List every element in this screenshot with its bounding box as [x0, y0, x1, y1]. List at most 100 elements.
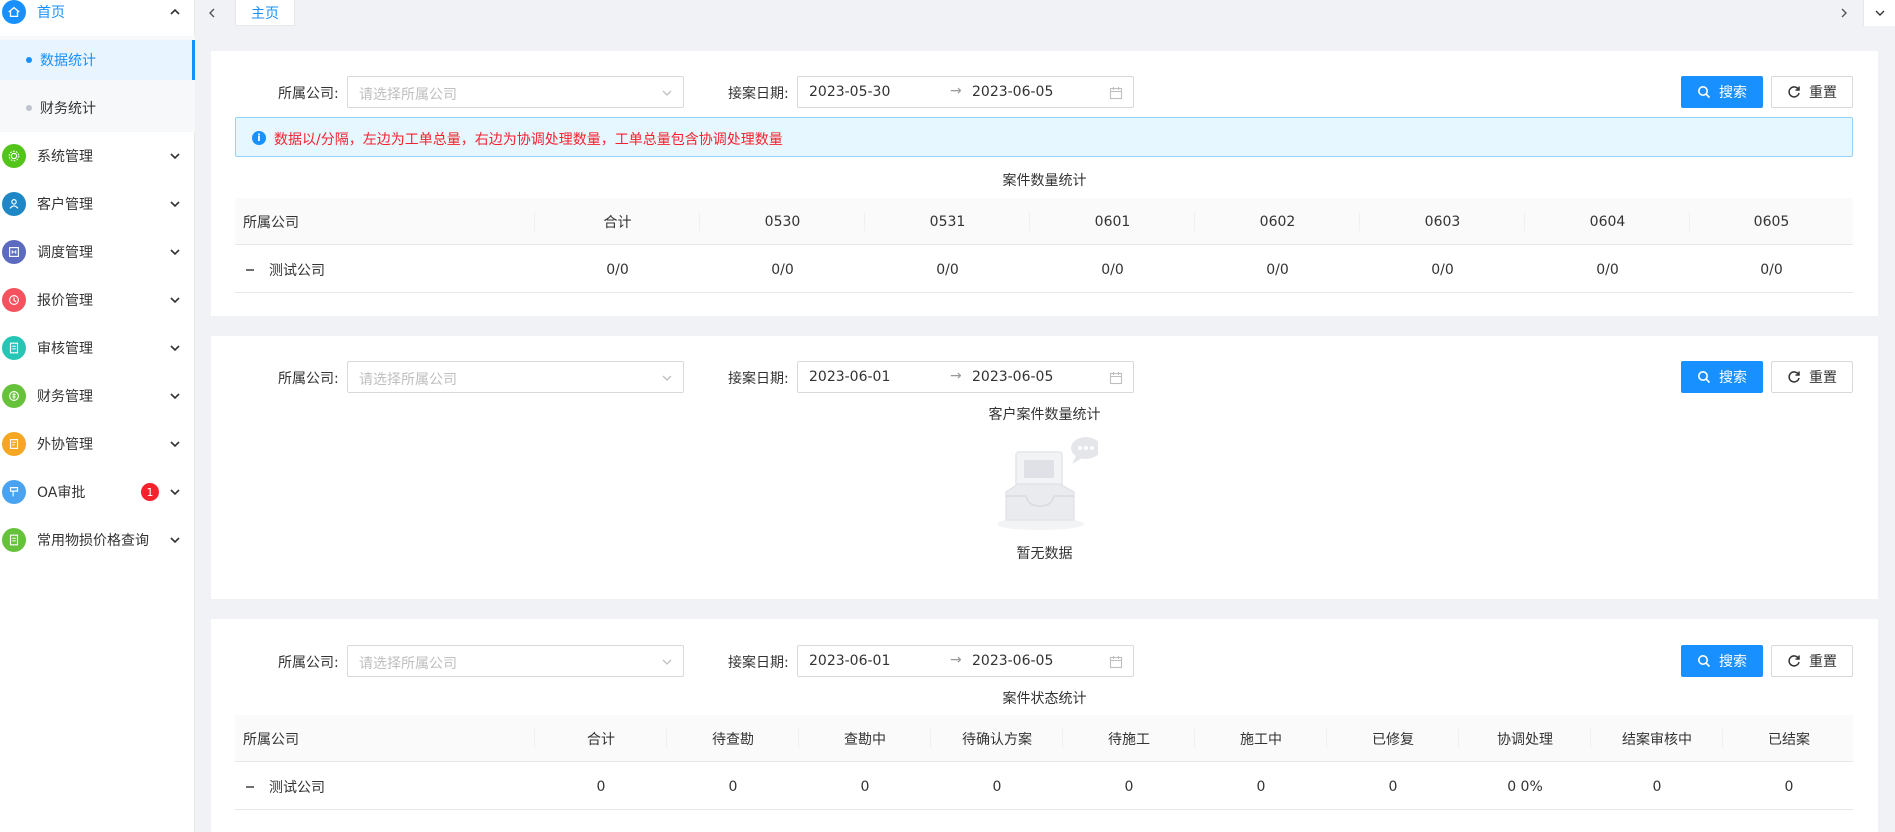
date-start-input[interactable]: 2023-06-01 — [809, 653, 890, 669]
table-cell: 0/0 — [1360, 246, 1525, 293]
company-select[interactable]: 请选择所属公司 — [347, 76, 684, 108]
sidebar-item-audit[interactable]: 审核管理 — [0, 324, 195, 372]
chevron-down-icon — [169, 486, 181, 498]
cell-value: 0 — [860, 778, 870, 795]
cell-value: 0 — [728, 778, 738, 795]
company-select[interactable]: 请选择所属公司 — [347, 645, 684, 677]
date-start-input[interactable]: 2023-06-01 — [809, 369, 890, 385]
column-header: 0604 — [1525, 198, 1690, 245]
cell-value: 0/0 — [1101, 261, 1124, 278]
column-header-label: 所属公司 — [243, 731, 299, 748]
search-button[interactable]: 搜索 — [1681, 645, 1763, 677]
column-header: 0603 — [1360, 198, 1525, 245]
collapse-row-icon[interactable] — [243, 780, 257, 794]
info-alert-text: 数据以/分隔，左边为工单总量，右边为协调处理数量，工单总量包含协调处理数量 — [274, 132, 783, 148]
column-header-label: 0605 — [1753, 213, 1790, 230]
date-range-picker[interactable]: 2023-05-30 → 2023-06-05 — [797, 76, 1134, 108]
table-cell: 0 — [1195, 763, 1327, 810]
company-filter-label: 所属公司: — [278, 371, 339, 387]
sidebar-item-label: 系统管理 — [37, 149, 93, 165]
column-header: 合计 — [535, 198, 700, 245]
column-header-label: 施工中 — [1240, 731, 1282, 748]
sidebar-item-finance[interactable]: 财务管理 — [0, 372, 195, 420]
column-header: 已结案 — [1723, 715, 1855, 762]
cell-value: 0/0 — [1431, 261, 1454, 278]
company-select-placeholder: 请选择所属公司 — [359, 656, 457, 672]
column-header: 合计 — [535, 715, 667, 762]
sidebar-item-dispatch[interactable]: 调度管理 — [0, 228, 195, 276]
tab-home[interactable]: 主页 — [235, 0, 295, 26]
search-button-label: 搜索 — [1719, 85, 1747, 101]
sidebar-subitem-data-stats[interactable]: 数据统计 — [0, 40, 195, 80]
column-header: 结案审核中 — [1591, 715, 1723, 762]
cell-value: 0/0 — [1596, 261, 1619, 278]
cell-value: 0/0 — [936, 261, 959, 278]
sidebar-subitem-finance-stats[interactable]: 财务统计 — [0, 88, 195, 128]
column-header: 所属公司 — [235, 715, 535, 762]
date-end-input[interactable]: 2023-06-05 — [972, 84, 1053, 100]
company-select[interactable]: 请选择所属公司 — [347, 361, 684, 393]
settings-icon — [2, 144, 26, 168]
chevron-up-icon — [169, 6, 181, 18]
cell-value: 0/0 — [606, 261, 629, 278]
reset-button[interactable]: 重置 — [1771, 361, 1853, 393]
date-start-input[interactable]: 2023-05-30 — [809, 84, 890, 100]
sidebar-item-label: 客户管理 — [37, 197, 93, 213]
cell-value: 测试公司 — [269, 779, 325, 796]
table-cell: 0 — [1063, 763, 1195, 810]
company-select-placeholder: 请选择所属公司 — [359, 372, 457, 388]
column-header: 查勘中 — [799, 715, 931, 762]
sidebar-submenu: 数据统计 财务统计 — [0, 36, 195, 132]
table-cell: 0 — [931, 763, 1063, 810]
date-end-input[interactable]: 2023-06-05 — [972, 653, 1053, 669]
sidebar-item-label: 财务管理 — [37, 389, 93, 405]
search-button[interactable]: 搜索 — [1681, 361, 1763, 393]
case-count-table: 所属公司 合计 0530 0531 0601 0602 0603 0604 0605 测试公司 0/… — [235, 198, 1853, 293]
chevron-down-icon — [662, 375, 672, 381]
chevron-down-icon — [169, 198, 181, 210]
reset-button[interactable]: 重置 — [1771, 76, 1853, 108]
date-range-picker[interactable]: 2023-06-01 → 2023-06-05 — [797, 645, 1134, 677]
reset-icon — [1788, 371, 1800, 383]
table-title: 客户案件数量统计 — [988, 407, 1101, 423]
sidebar-item-price-query[interactable]: 常用物损价格查询 — [0, 516, 195, 564]
tab-scroll-right-icon[interactable] — [1832, 0, 1856, 26]
column-header-label: 待施工 — [1108, 731, 1150, 748]
calendar-icon — [1109, 656, 1123, 669]
table-cell: 0/0 — [1525, 246, 1690, 293]
sidebar-item-home[interactable]: 首页 — [0, 0, 195, 36]
date-filter-label: 接案日期: — [728, 655, 789, 671]
tab-dropdown-icon[interactable] — [1863, 0, 1895, 26]
cell-value: 0 — [1388, 778, 1398, 795]
table-cell: 0 — [1327, 763, 1459, 810]
date-end-input[interactable]: 2023-06-05 — [972, 369, 1053, 385]
column-header: 已修复 — [1327, 715, 1459, 762]
empty-state-text: 暂无数据 — [1016, 546, 1073, 562]
search-button[interactable]: 搜索 — [1681, 76, 1763, 108]
tab-bar: 主页 — [196, 0, 1895, 26]
table-title: 案件状态统计 — [1002, 691, 1087, 707]
column-header-label: 所属公司 — [243, 214, 299, 231]
cell-value: 0 — [992, 778, 1002, 795]
reset-button-label: 重置 — [1809, 654, 1837, 670]
table-cell: 0 — [535, 763, 667, 810]
sidebar-item-oa[interactable]: OA审批 1 — [0, 468, 195, 516]
sidebar-item-settings[interactable]: 系统管理 — [0, 132, 195, 180]
collapse-row-icon[interactable] — [243, 263, 257, 277]
sidebar-item-label: OA审批 — [37, 485, 86, 501]
date-range-arrow: → — [950, 83, 962, 99]
column-header-label: 0530 — [764, 213, 801, 230]
company-select-placeholder: 请选择所属公司 — [359, 87, 457, 103]
tab-scroll-left-icon[interactable] — [200, 0, 224, 26]
sidebar-item-outsource[interactable]: 外协管理 — [0, 420, 195, 468]
reset-button[interactable]: 重置 — [1771, 645, 1853, 677]
sidebar-item-customer[interactable]: 客户管理 — [0, 180, 195, 228]
home-icon — [2, 0, 26, 24]
sidebar-item-quote[interactable]: 报价管理 — [0, 276, 195, 324]
chevron-down-icon — [662, 659, 672, 665]
column-header: 0531 — [865, 198, 1030, 245]
column-header: 0601 — [1030, 198, 1195, 245]
date-range-picker[interactable]: 2023-06-01 → 2023-06-05 — [797, 361, 1134, 393]
table-cell: 0/0 — [1690, 246, 1853, 293]
column-header: 0530 — [700, 198, 865, 245]
